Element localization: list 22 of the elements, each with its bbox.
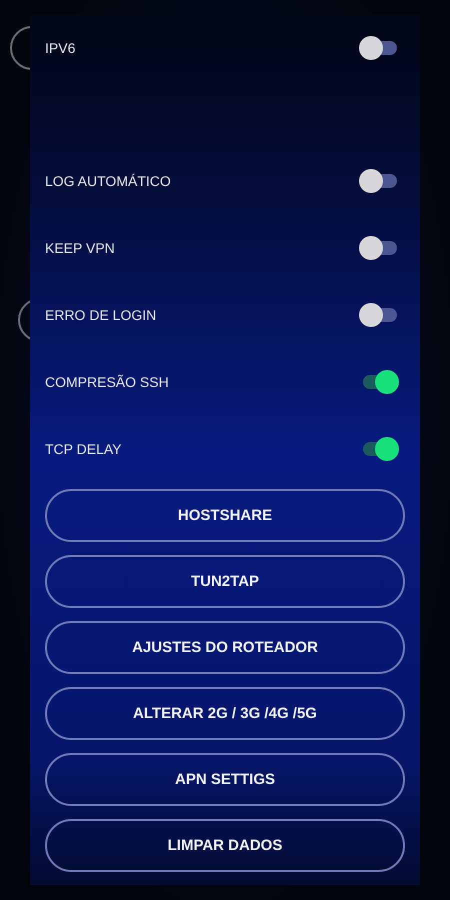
- action-button[interactable]: ALTERAR 2G / 3G /4G /5G: [45, 687, 405, 740]
- setting-label: KEEP VPN: [45, 240, 115, 256]
- toggle-thumb[interactable]: [359, 169, 383, 193]
- setting-label: COMPRESÃO SSH: [45, 374, 169, 390]
- toggle-thumb[interactable]: [359, 303, 383, 327]
- action-button[interactable]: AJUSTES DO ROTEADOR: [45, 621, 405, 674]
- setting-label: IPV6: [45, 40, 76, 56]
- action-button[interactable]: HOSTSHARE: [45, 489, 405, 542]
- setting-label: LOG AUTOMÁTICO: [45, 173, 171, 189]
- toggle-switch[interactable]: [359, 169, 399, 193]
- setting-label: TCP DELAY: [45, 441, 122, 457]
- toggle-thumb[interactable]: [359, 236, 383, 260]
- toggle-switch[interactable]: [359, 236, 399, 260]
- toggle-thumb[interactable]: [375, 437, 399, 461]
- toggle-thumb[interactable]: [375, 370, 399, 394]
- action-button[interactable]: LIMPAR DADOS: [45, 819, 405, 872]
- toggle-thumb[interactable]: [359, 36, 383, 60]
- action-button[interactable]: APN SETTIGS: [45, 753, 405, 806]
- setting-label: ERRO DE LOGIN: [45, 307, 156, 323]
- action-button[interactable]: TUN2TAP: [45, 555, 405, 608]
- toggle-switch[interactable]: [359, 36, 399, 60]
- toggle-switch[interactable]: [359, 303, 399, 327]
